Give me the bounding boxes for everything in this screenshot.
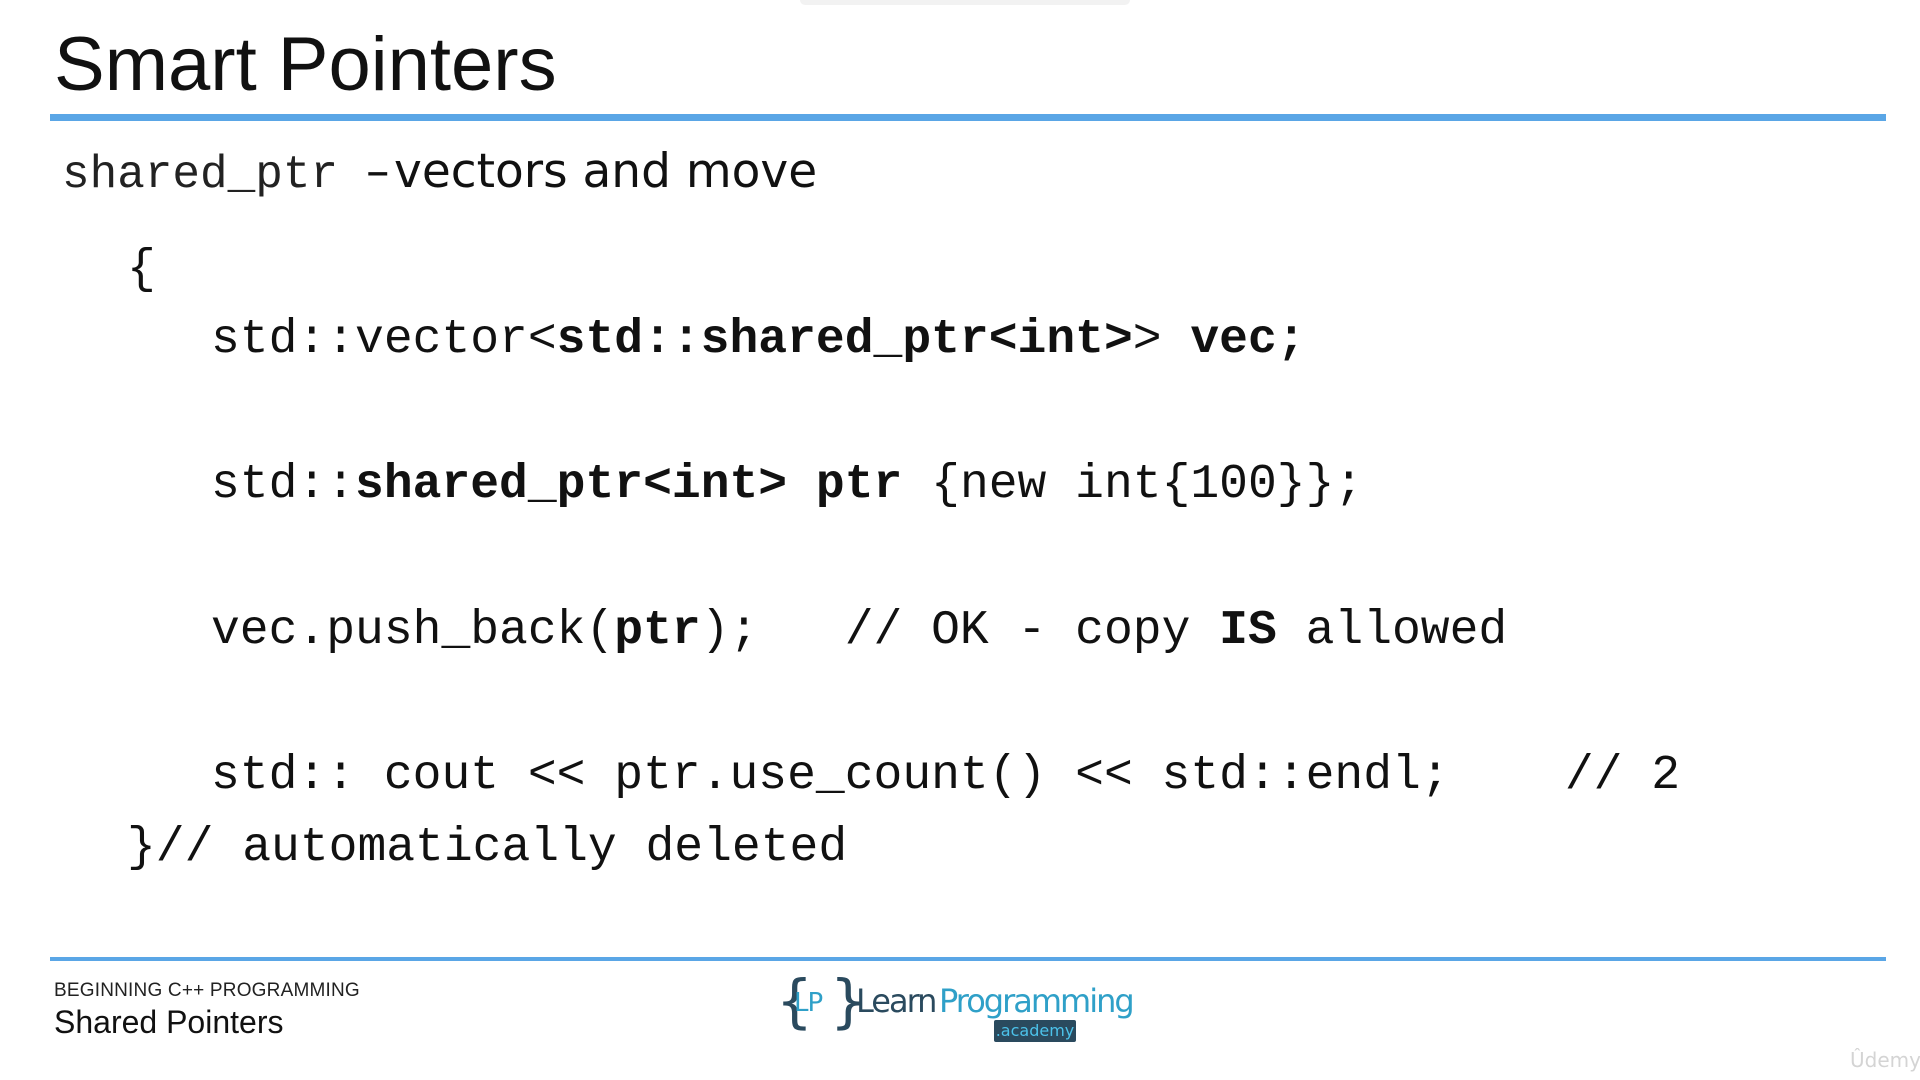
code-token: vec.push_back( — [211, 604, 615, 658]
code-token: IS — [1219, 604, 1277, 658]
subtitle-code: shared_ptr — [62, 149, 339, 201]
top-notch — [800, 0, 1130, 5]
slide-title: Smart Pointers — [54, 22, 557, 107]
code-token: {new int{100}}; — [902, 458, 1364, 512]
code-token: shared_ptr<int> ptr — [355, 458, 903, 512]
code-token: allowed — [1276, 604, 1508, 658]
code-line-use-count: std:: cout << ptr.use_count() << std::en… — [211, 746, 1680, 806]
code-line-push-back: vec.push_back(ptr); // OK - copy IS allo… — [211, 601, 1507, 661]
logo-word-learn: Learn — [856, 982, 937, 1020]
code-line-vector: std::vector<std::shared_ptr<int>> vec; — [211, 310, 1306, 370]
subtitle-text: vectors and move — [394, 144, 818, 199]
code-token: > — [1132, 313, 1191, 367]
code-open-brace: { — [127, 243, 156, 297]
code-token: std::shared_ptr<int> — [556, 313, 1133, 367]
footer-course-name: BEGINNING C++ PROGRAMMING — [54, 980, 360, 1001]
code-close-line: }// automatically deleted — [127, 821, 848, 875]
title-divider — [50, 114, 1886, 121]
logo-academy-badge: .academy — [994, 1020, 1076, 1042]
logo-word-programming: Programming — [939, 982, 1135, 1020]
learnprogramming-logo: { LP } Learn Programming .academy — [776, 972, 1135, 1046]
slide-subtitle: shared_ptr – vectors and move — [62, 144, 817, 211]
code-token: std:: cout << ptr.use_count() << std::en… — [211, 749, 1681, 803]
footer-divider — [50, 957, 1886, 961]
code-token: ptr — [614, 604, 701, 658]
subtitle-dash: – — [366, 144, 390, 199]
code-token: std:: — [211, 458, 356, 512]
logo-monogram: LP — [794, 988, 823, 1018]
footer-lesson-name: Shared Pointers — [54, 1004, 284, 1040]
code-token: std::vector< — [211, 313, 557, 367]
udemy-watermark: Ûdemy — [1850, 1048, 1920, 1072]
code-token: ); // OK - copy — [700, 604, 1220, 658]
code-line-shared-ptr: std::shared_ptr<int> ptr {new int{100}}; — [211, 455, 1363, 515]
code-token: vec; — [1190, 313, 1306, 367]
